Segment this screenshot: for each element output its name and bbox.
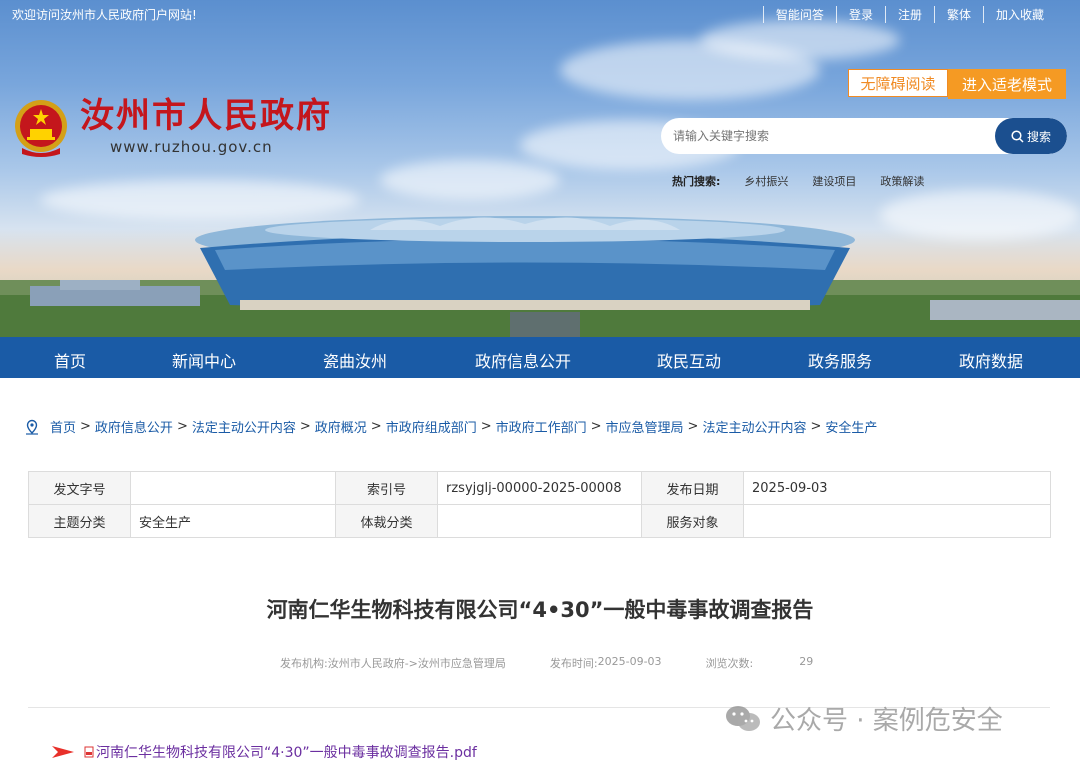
article-info: 发布机构: 汝州市人民政府->汝州市应急管理局 发布时间: 2025-09-03… [280, 655, 813, 671]
doc-no-value [130, 471, 336, 505]
site-name: 汝州市人民政府 [80, 96, 332, 136]
audience-label: 服务对象 [641, 504, 744, 538]
views-value: 29 [799, 655, 814, 668]
arrow-right-icon [52, 746, 74, 758]
site-url: www.ruzhou.gov.cn [110, 138, 273, 156]
nav-ruzhou[interactable]: 瓷曲汝州 [323, 348, 387, 372]
elder-mode-button[interactable]: 进入适老模式 [948, 69, 1066, 99]
crumb-gov-info[interactable]: 政府信息公开 [95, 417, 173, 436]
topic-label: 主题分类 [28, 504, 131, 538]
search-icon [1011, 129, 1024, 143]
breadcrumb: 首页 > 政府信息公开 > 法定主动公开内容 > 政府概况 > 市政府组成部门 > 市政府… [24, 417, 877, 436]
publisher-value: 汝州市人民政府->汝州市应急管理局 [327, 657, 506, 670]
table-row: 主题分类 安全生产 体裁分类 服务对象 [28, 504, 1051, 538]
wechat-icon [726, 705, 760, 731]
doc-meta-table: 发文字号 索引号 rzsyjglj-00000-2025-00008 发布日期 … [28, 471, 1051, 538]
search-button-label: 搜索 [1026, 129, 1051, 144]
top-link-register[interactable]: 注册 [884, 6, 934, 23]
hot-search: 热门搜索: 乡村振兴 建设项目 政策解读 [672, 173, 948, 189]
crumb-departments[interactable]: 市政府组成部门 [386, 417, 477, 436]
national-emblem-icon [15, 100, 67, 157]
time-label: 发布时间: [549, 657, 598, 670]
nav-gov-info[interactable]: 政府信息公开 [475, 348, 571, 372]
attachment-link[interactable]: 河南仁华生物科技有限公司“4·30”一般中毒事故调查报告.pdf [52, 742, 477, 762]
hot-word-rural[interactable]: 乡村振兴 [744, 173, 788, 189]
nav-data[interactable]: 政府数据 [959, 348, 1023, 372]
topic-value: 安全生产 [130, 504, 336, 538]
pdf-file-icon [84, 746, 94, 758]
audience-value [743, 504, 1051, 538]
watermark-text: 公众号 · 案例危安全 [770, 706, 1003, 736]
welcome-text: 欢迎访问汝州市人民政府门户网站! [12, 8, 197, 22]
top-link-ai-qa[interactable]: 智能问答 [762, 6, 836, 23]
crumb-work-departments[interactable]: 市政府工作部门 [496, 417, 587, 436]
crumb-statutory[interactable]: 法定主动公开内容 [192, 417, 296, 436]
crumb-safety[interactable]: 安全生产 [825, 417, 877, 436]
date-label: 发布日期 [641, 471, 744, 505]
site-logo[interactable]: 汝州市人民政府 www.ruzhou.gov.cn [12, 96, 332, 158]
search-button[interactable]: 搜索 [995, 118, 1067, 154]
header-banner: 欢迎访问汝州市人民政府门户网站! 智能问答 登录 注册 繁体 加入收藏 汝州市人… [0, 0, 1080, 337]
time-value: 2025-09-03 [597, 655, 662, 668]
genre-value [437, 504, 642, 538]
hot-search-label: 热门搜索: [672, 175, 721, 188]
crumb-overview[interactable]: 政府概况 [315, 417, 367, 436]
attachment-name[interactable]: 河南仁华生物科技有限公司“4·30”一般中毒事故调查报告.pdf [96, 742, 477, 762]
search-input[interactable] [661, 128, 995, 144]
nav-home[interactable]: 首页 [54, 348, 86, 372]
accessible-reading-button[interactable]: 无障碍阅读 [848, 69, 948, 97]
crumb-home[interactable]: 首页 [50, 417, 76, 436]
article-title: 河南仁华生物科技有限公司“4•30”一般中毒事故调查报告 [266, 598, 814, 622]
location-pin-icon [26, 419, 38, 435]
stadium-illustration [0, 216, 1080, 337]
hot-word-projects[interactable]: 建设项目 [812, 173, 856, 189]
search-box: 搜索 [661, 118, 1067, 154]
main-nav: 首页 新闻中心 瓷曲汝州 政府信息公开 政民互动 政务服务 政府数据 [0, 337, 1080, 378]
top-link-login[interactable]: 登录 [835, 6, 885, 23]
index-value: rzsyjglj-00000-2025-00008 [437, 471, 642, 505]
top-links: 智能问答 登录 注册 繁体 加入收藏 [762, 6, 1056, 23]
mode-buttons: 无障碍阅读 进入适老模式 [848, 69, 1066, 99]
nav-interaction[interactable]: 政民互动 [657, 348, 721, 372]
index-label: 索引号 [335, 471, 438, 505]
date-value: 2025-09-03 [743, 471, 1051, 505]
doc-no-label: 发文字号 [28, 471, 131, 505]
hot-word-policy[interactable]: 政策解读 [880, 173, 924, 189]
top-link-traditional[interactable]: 繁体 [933, 6, 983, 23]
nav-services[interactable]: 政务服务 [808, 348, 872, 372]
crumb-emergency-bureau[interactable]: 市应急管理局 [606, 417, 684, 436]
crumb-statutory-2[interactable]: 法定主动公开内容 [702, 417, 806, 436]
views-label: 浏览次数: [705, 657, 754, 670]
genre-label: 体裁分类 [335, 504, 438, 538]
watermark: 公众号 · 案例危安全 [724, 700, 1003, 737]
table-row: 发文字号 索引号 rzsyjglj-00000-2025-00008 发布日期 … [28, 471, 1051, 505]
publisher-label: 发布机构: [280, 657, 328, 670]
nav-news[interactable]: 新闻中心 [172, 348, 236, 372]
top-link-favorite[interactable]: 加入收藏 [982, 6, 1056, 23]
